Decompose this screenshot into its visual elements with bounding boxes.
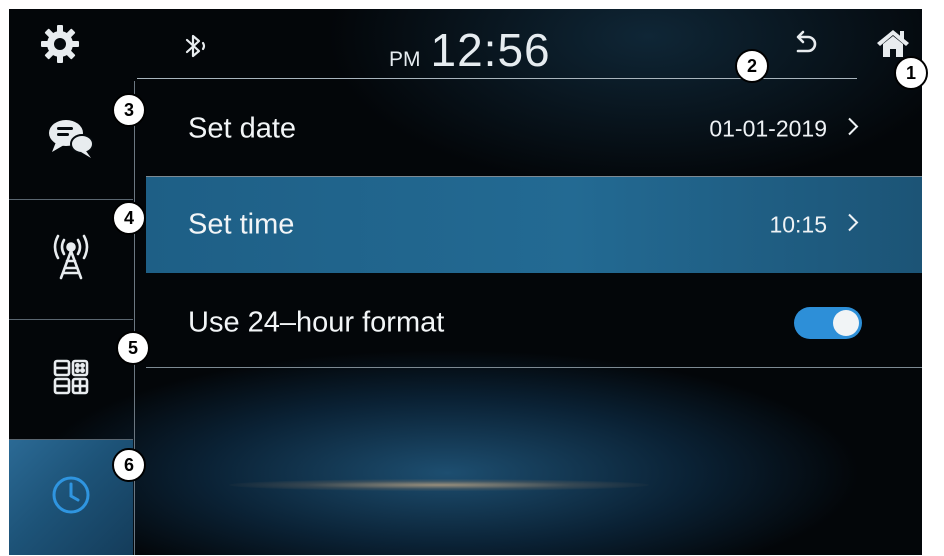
back-icon[interactable] <box>787 27 823 63</box>
callout-6: 6 <box>112 448 146 482</box>
row-divider <box>146 367 922 368</box>
date-value: 01-01-2019 <box>709 115 827 142</box>
clock-ampm: PM <box>389 48 421 71</box>
callout-1: 1 <box>894 56 928 90</box>
set-time-row[interactable]: Set time 10:15 <box>146 177 922 273</box>
24-hour-format-row[interactable]: Use 24–hour format <box>146 275 922 371</box>
toggle-knob <box>833 310 859 336</box>
callout-5: 5 <box>116 331 150 365</box>
sidebar-item-apps[interactable] <box>9 320 133 439</box>
set-date-label: Set date <box>188 112 297 145</box>
chevron-right-icon <box>846 116 860 143</box>
sidebar-divider <box>134 81 135 555</box>
sidebar-item-messages[interactable] <box>9 81 133 199</box>
head-unit-screen: PM 12:56 Set date 01-01-2019 Set time 10… <box>9 9 922 555</box>
antenna-icon <box>49 232 93 287</box>
top-bar: PM 12:56 <box>9 9 922 81</box>
24-hour-format-label: Use 24–hour format <box>188 306 445 339</box>
time-value: 10:15 <box>769 211 827 238</box>
messages-icon <box>46 115 96 166</box>
apps-icon <box>51 357 91 402</box>
24-hour-format-toggle[interactable] <box>794 307 862 339</box>
horizon-glow <box>229 479 649 491</box>
set-date-row[interactable]: Set date 01-01-2019 <box>146 81 922 177</box>
status-clock: PM 12:56 <box>389 23 551 77</box>
callout-2: 2 <box>735 49 769 83</box>
bluetooth-icon <box>179 29 213 63</box>
chevron-right-icon <box>846 212 860 239</box>
clock-time: 12:56 <box>430 24 551 76</box>
callout-4: 4 <box>112 201 146 235</box>
set-time-label: Set time <box>188 208 295 241</box>
callout-3: 3 <box>112 93 146 127</box>
gear-icon[interactable] <box>37 21 83 67</box>
clock-icon <box>50 474 92 521</box>
